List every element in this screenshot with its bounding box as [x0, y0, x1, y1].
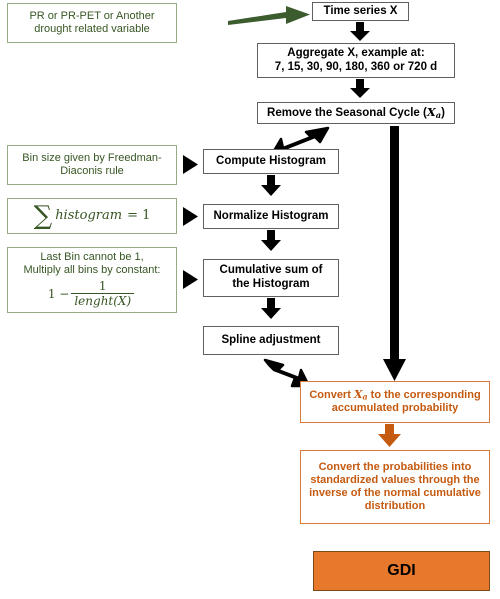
convert-standardized-line2: standardized values through the: [310, 474, 480, 487]
convert-standardized-line3: inverse of the normal cumulative: [309, 487, 481, 499]
node-normalize-histogram: Normalize Histogram: [203, 204, 339, 229]
source-variable-line2: drought related variable: [34, 23, 150, 35]
arrow-aggregate-to-remove-icon: [348, 79, 372, 99]
compute-histogram-label: Compute Histogram: [216, 154, 326, 167]
note-last-bin-fraction: 1 lenght(X): [71, 279, 135, 308]
node-note-last-bin: Last Bin cannot be 1, Multiply all bins …: [7, 247, 177, 313]
note-sum-term: histogram: [55, 208, 123, 224]
arrow-note-sum-to-normalize-icon: [183, 207, 199, 226]
aggregate-line2: 7, 15, 30, 90, 180, 360 or 720 d: [274, 60, 438, 73]
remove-seasonal-label: Remove the Seasonal Cycle (Xa): [267, 104, 445, 120]
node-time-series: Time series X: [312, 2, 409, 21]
sigma-icon: ∑: [33, 200, 53, 231]
arrow-remove-to-convert-long-icon: [380, 126, 410, 382]
cumulative-sum-line2: the Histogram: [232, 278, 310, 290]
convert-standardized-line4: distribution: [364, 499, 426, 512]
convert-probability-line2: accumulated probability: [331, 402, 459, 415]
output-gdi-label: GDI: [387, 561, 416, 579]
node-spline-adjustment: Spline adjustment: [203, 326, 339, 355]
note-last-bin-formula-lhs: 1 −: [47, 286, 70, 301]
note-bin-size-line2: Diaconis rule: [60, 165, 124, 177]
node-note-sum-histogram: ∑ histogram = 1: [7, 198, 177, 234]
arrow-compute-to-normalize-icon: [259, 175, 283, 197]
flowchart-canvas: PR or PR-PET or Another drought related …: [0, 0, 500, 599]
normalize-histogram-label: Normalize Histogram: [213, 209, 329, 222]
note-bin-size-line1: Bin size given by Freedman-: [22, 152, 162, 165]
fraction-numerator: 1: [98, 279, 107, 294]
arrow-cumulative-to-spline-icon: [259, 298, 283, 320]
arrow-source-to-timeseries-icon: [228, 6, 312, 28]
arrow-convert-to-standardized-icon: [377, 424, 403, 448]
node-note-bin-size: Bin size given by Freedman- Diaconis rul…: [7, 145, 177, 185]
node-convert-to-standardized: Convert the probabilities into standardi…: [300, 450, 490, 524]
arrow-note-lastbin-to-cumulative-icon: [183, 270, 199, 289]
aggregate-line1: Aggregate X, example at:: [287, 46, 425, 59]
arrow-timeseries-to-aggregate-icon: [348, 22, 372, 42]
convert-standardized-line1: Convert the probabilities into: [318, 461, 472, 474]
fraction-denominator: lenght(X): [71, 293, 135, 308]
node-output-gdi: GDI: [313, 551, 490, 591]
time-series-label: Time series X: [323, 4, 398, 17]
spline-adjustment-label: Spline adjustment: [221, 333, 321, 346]
node-convert-to-probability: Convert Xa to the corresponding accumula…: [300, 381, 490, 423]
note-last-bin-line1: Last Bin cannot be 1,: [40, 251, 144, 264]
node-compute-histogram: Compute Histogram: [203, 149, 339, 174]
node-source-variable: PR or PR-PET or Another drought related …: [7, 3, 177, 43]
cumulative-sum-line1: Cumulative sum of: [219, 264, 323, 277]
arrow-note-bin-to-compute-icon: [183, 155, 199, 174]
node-remove-seasonal: Remove the Seasonal Cycle (Xa): [257, 102, 455, 124]
note-sum-equals: = 1: [127, 208, 151, 224]
node-cumulative-sum: Cumulative sum of the Histogram: [203, 259, 339, 297]
node-aggregate: Aggregate X, example at: 7, 15, 30, 90, …: [257, 43, 455, 78]
source-variable-line1: PR or PR-PET or Another: [29, 10, 155, 23]
arrow-normalize-to-cumulative-icon: [259, 230, 283, 252]
note-last-bin-line2: Multiply all bins by constant:: [23, 264, 161, 277]
convert-probability-line1: Convert Xa to the corresponding: [309, 387, 481, 402]
